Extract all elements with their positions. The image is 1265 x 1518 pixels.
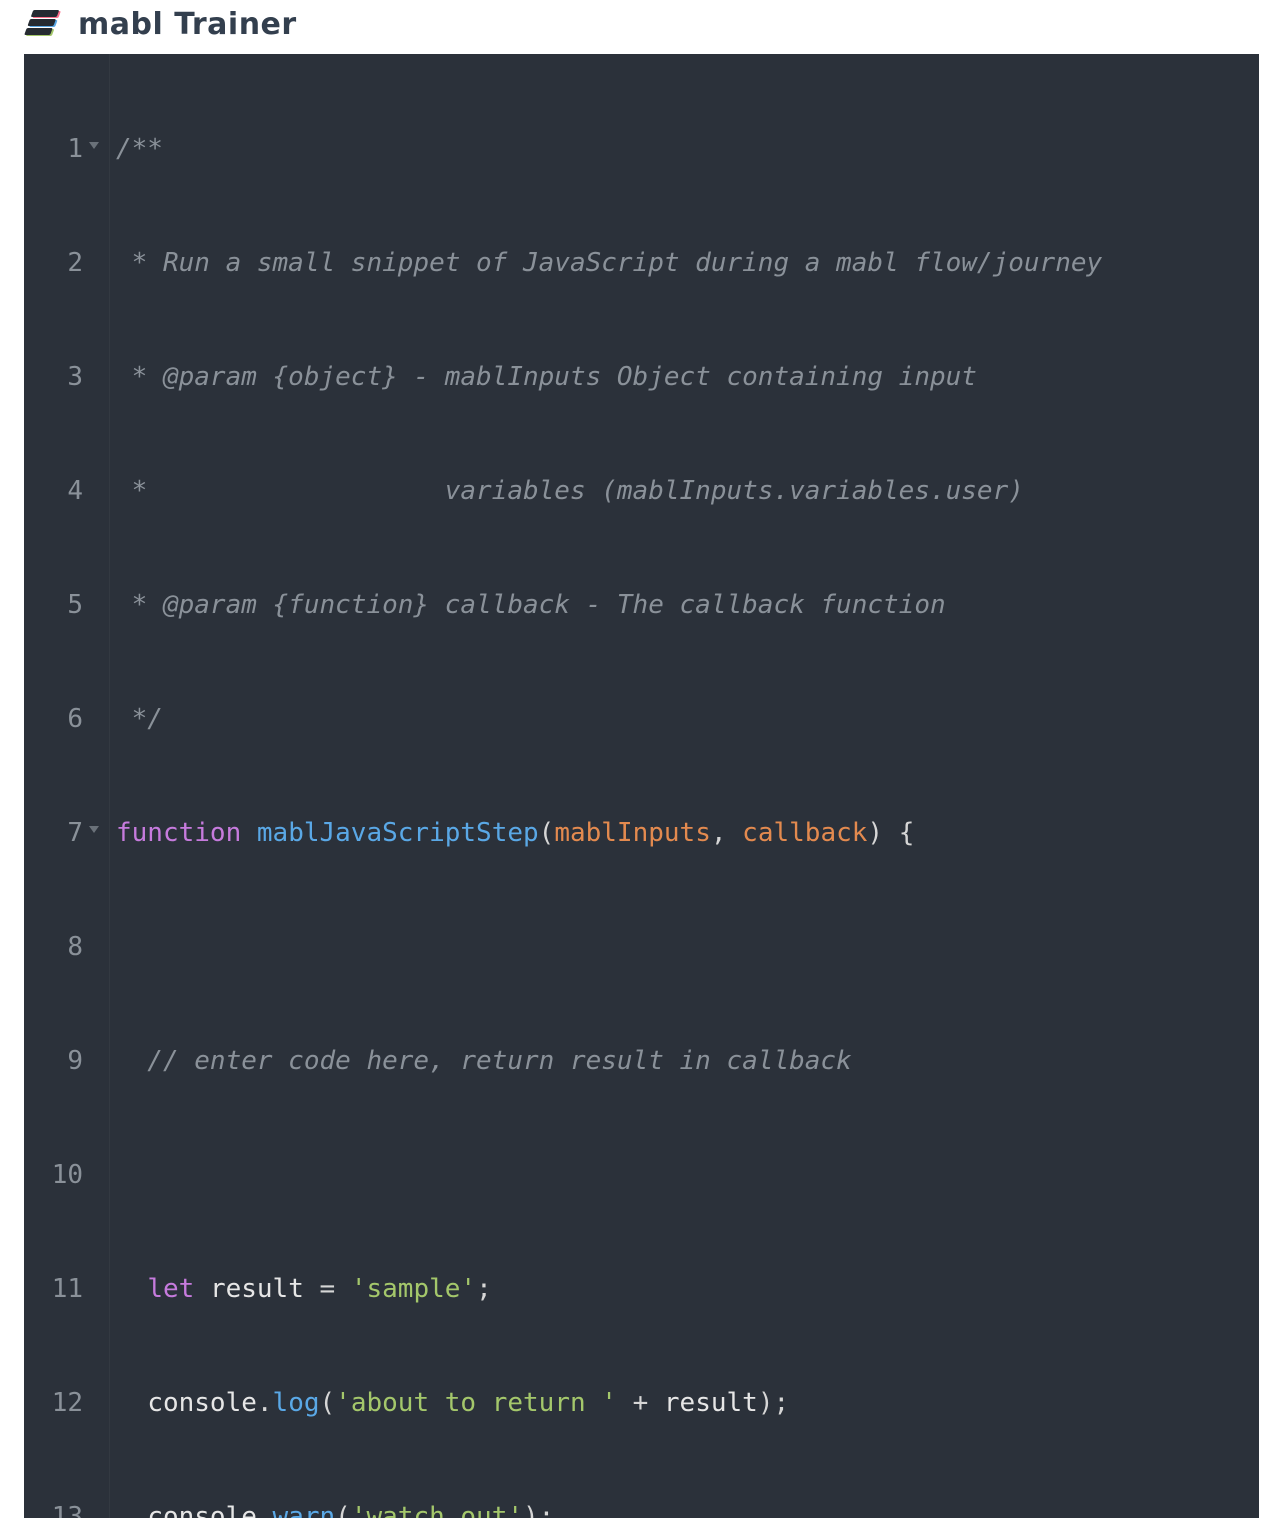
code-token: mablJavaScriptStep — [257, 818, 539, 848]
code-token: ; — [476, 1274, 492, 1304]
code-token: let — [147, 1274, 194, 1304]
titlebar: mabl Trainer — [0, 0, 1265, 54]
code-token: * @param {object} - mablInputs Object co… — [116, 362, 977, 392]
code-token: ) { — [867, 818, 914, 848]
code-token: * @param {function} callback - The callb… — [116, 590, 946, 620]
code-token: function — [116, 818, 241, 848]
line-number: 5 — [67, 590, 83, 620]
line-number: 2 — [67, 248, 83, 278]
line-number: 12 — [52, 1388, 83, 1418]
line-number: 13 — [52, 1502, 83, 1518]
code-token: result — [664, 1388, 758, 1418]
line-number: 8 — [67, 932, 83, 962]
code-token: log — [273, 1388, 320, 1418]
code-token: = — [304, 1274, 351, 1304]
fold-arrow-icon[interactable] — [89, 826, 99, 833]
app-title: mabl Trainer — [78, 7, 297, 42]
code-token: 'sample' — [351, 1274, 476, 1304]
code-token: // enter code here, return result in cal… — [116, 1046, 852, 1076]
line-number: 10 — [52, 1160, 83, 1190]
code-token: + — [617, 1388, 664, 1418]
code-token: mablInputs — [554, 818, 711, 848]
editor-gutter: 1 2 3 4 5 6 7 8 9 10 11 12 13 14 15 16 1… — [24, 54, 110, 1518]
code-token: * Run a small snippet of JavaScript duri… — [116, 248, 1102, 278]
code-editor[interactable]: 1 2 3 4 5 6 7 8 9 10 11 12 13 14 15 16 1… — [24, 54, 1259, 1518]
code-token: 'about to return ' — [335, 1388, 617, 1418]
code-token: callback — [742, 818, 867, 848]
fold-arrow-icon[interactable] — [89, 142, 99, 149]
code-token: */ — [116, 704, 163, 734]
code-token: ); — [523, 1502, 554, 1518]
code-token: result — [210, 1274, 304, 1304]
code-token: /** — [116, 134, 163, 164]
line-number: 3 — [67, 362, 83, 392]
line-number: 1 — [67, 134, 83, 164]
line-number: 6 — [67, 704, 83, 734]
line-number: 11 — [52, 1274, 83, 1304]
code-token: warn — [273, 1502, 336, 1518]
mabl-logo-icon — [24, 8, 64, 40]
code-token: console — [147, 1388, 257, 1418]
code-token: * variables (mablInputs.variables.user) — [116, 476, 1024, 506]
line-number: 4 — [67, 476, 83, 506]
line-number: 9 — [67, 1046, 83, 1076]
line-number: 7 — [67, 818, 83, 848]
code-token: console — [147, 1502, 257, 1518]
code-token: 'watch out' — [351, 1502, 523, 1518]
code-token: ); — [758, 1388, 789, 1418]
editor-content[interactable]: /** * Run a small snippet of JavaScript … — [110, 54, 1259, 1518]
